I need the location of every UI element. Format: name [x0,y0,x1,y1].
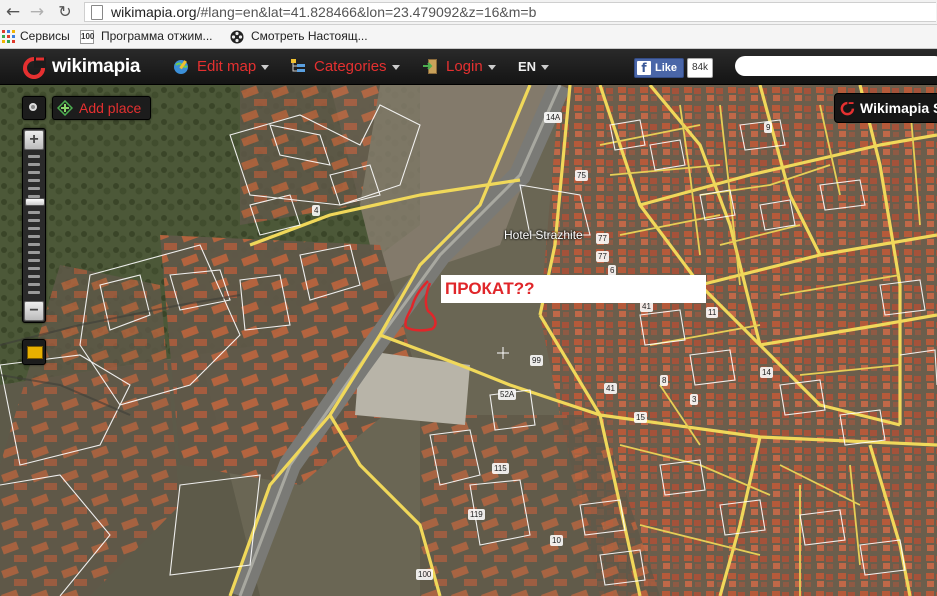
map-number-label: 41 [604,383,617,394]
login-label: Login [446,58,483,75]
browser-address-bar: ← → ↻ wikimapia.org/#lang=en&lat=41.8284… [0,0,937,25]
like-label: Like [655,62,678,74]
caret-down-icon [391,64,400,70]
ruler-button[interactable] [22,339,46,365]
ruler-icon [27,346,43,359]
map-canvas[interactable]: 14A 75 77 77 6 41 11 99 41 52A 15 115 11… [0,85,937,596]
zoom-in-button[interactable]: + [24,130,44,150]
edit-map-label: Edit map [197,58,257,75]
language-menu[interactable]: EN [518,49,558,84]
map-number-label: 9 [764,122,773,133]
facebook-icon: f [637,61,651,75]
url-host: wikimapia.org [111,4,197,20]
zoom-control: + − [22,128,46,323]
bookmark-label: Сервисы [20,29,70,43]
language-label: EN [518,59,537,74]
add-place-icon [57,100,73,116]
categories-label: Categories [314,58,387,75]
my-location-button[interactable] [22,96,46,120]
add-place-button[interactable]: Add place [52,96,151,120]
map-number-label: 3 [690,394,699,405]
map-number-label: 52A [498,389,517,400]
page-icon [91,5,103,20]
like-count: 84k [687,58,713,78]
prokat-annotation: ПРОКАТ?? [441,275,706,303]
map-number-label: 119 [468,509,485,520]
map-number-label: 10 [550,535,563,546]
hotel-strazhite-label[interactable]: Hotel Strazhite [504,228,583,242]
edit-map-menu[interactable]: Edit map [173,49,278,84]
map-number-label: 14 [760,367,773,378]
apps-grid-icon [2,30,15,43]
map-number-label: 77 [596,251,609,262]
side-tab-label: Wikimapia S [860,100,937,116]
wikimapia-logo-icon [840,101,855,116]
map-number-label: 100 [416,569,434,580]
back-arrow-icon[interactable]: ← [2,1,24,23]
url-field[interactable]: wikimapia.org/#lang=en&lat=41.828466&lon… [84,2,936,22]
caret-down-icon [261,64,270,70]
facebook-like-button[interactable]: f Like [634,58,684,78]
wikimapia-toolbar: wikimapia Edit map Categories Login EN f… [0,49,937,85]
map-number-label: 11 [706,307,719,318]
forward-arrow-icon[interactable]: → [26,1,48,23]
map-number-label: 8 [660,375,669,386]
bookmark-label: Смотреть Настоящ... [251,29,368,43]
map-number-label: 75 [575,170,588,181]
map-number-label: 14A [544,112,563,123]
zoom-slider-thumb[interactable] [25,198,45,206]
zoom-out-button[interactable]: − [24,301,44,321]
login-menu[interactable]: Login [422,49,502,84]
globe-pencil-icon [174,60,188,74]
bookmarks-bar: Сервисы 100 Программа отжим... Смотреть … [0,25,937,49]
map-number-label: 77 [596,233,609,244]
map-number-label: 15 [634,412,647,423]
page-icon: 100 [80,30,94,44]
add-place-label: Add place [79,100,142,116]
search-input[interactable] [735,56,937,76]
wikimapia-side-panel-tab[interactable]: Wikimapia S [834,93,937,123]
map-number-label: 4 [312,205,321,216]
categories-menu[interactable]: Categories [290,49,410,84]
reload-icon[interactable]: ↻ [54,1,76,23]
zoom-slider[interactable] [25,153,45,297]
tree-list-icon [291,59,305,72]
login-door-icon [423,59,437,74]
map-number-label: 115 [492,463,509,474]
film-reel-icon [230,30,244,44]
caret-down-icon [487,64,496,70]
caret-down-icon [541,65,550,71]
url-path: /#lang=en&lat=41.828466&lon=23.479092&z=… [196,4,537,20]
map-number-label: 99 [530,355,543,366]
target-icon [29,103,37,111]
url-text[interactable]: wikimapia.org/#lang=en&lat=41.828466&lon… [111,3,536,21]
bookmark-label: Программа отжим... [101,29,213,43]
logo-text: wikimapia [52,56,141,77]
wikimapia-logo-icon [23,57,46,79]
